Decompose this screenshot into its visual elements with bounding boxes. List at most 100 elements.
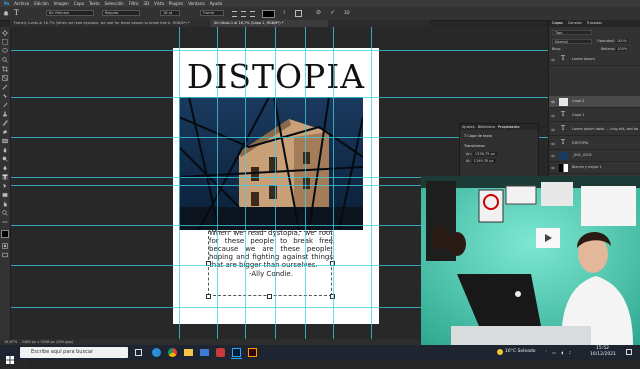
crop-tool-icon[interactable]: [2, 66, 8, 72]
pen-tool-icon[interactable]: [2, 165, 8, 171]
eyedropper-tool-icon[interactable]: [2, 84, 8, 90]
quick-mask-icon[interactable]: [2, 243, 8, 249]
quick-select-tool-icon[interactable]: [2, 57, 8, 63]
tab-capas[interactable]: Capas: [552, 20, 563, 27]
mail-icon[interactable]: [200, 349, 209, 356]
guide-vertical[interactable]: [275, 27, 276, 339]
tab-propiedades[interactable]: Propiedades: [498, 124, 519, 130]
menu-texto[interactable]: Texto: [89, 1, 100, 6]
menu-capa[interactable]: Capa: [74, 1, 84, 6]
font-size-field[interactable]: 18 pt: [160, 10, 180, 16]
visibility-eye-icon[interactable]: [551, 100, 555, 104]
opacity-field[interactable]: 100%: [615, 39, 628, 43]
home-icon[interactable]: [3, 10, 9, 16]
stamp-tool-icon[interactable]: [2, 111, 8, 117]
task-view-icon[interactable]: [135, 349, 142, 356]
hand-tool-icon[interactable]: [2, 201, 8, 207]
blend-mode-select[interactable]: Normal: [552, 39, 592, 44]
tab-biblioteca[interactable]: Biblioteca: [478, 124, 495, 130]
more-tools-icon[interactable]: [2, 219, 8, 225]
width-field[interactable]: 1336,75 px: [472, 152, 497, 156]
layer-row[interactable]: Blanco y negro 1: [549, 162, 640, 174]
layer-row[interactable]: T Lorem ipsum dolor ... cing elit, sed d…: [549, 124, 640, 136]
tab-frankly-lunds[interactable]: Frankly Lunds al 16,7% (When we read dys…: [10, 20, 208, 27]
align-center-icon[interactable]: [241, 11, 246, 17]
align-right-icon[interactable]: [250, 11, 255, 17]
weather-icon[interactable]: [497, 349, 503, 355]
guide-vertical[interactable]: [333, 27, 334, 339]
menu-ventana[interactable]: Ventana: [188, 1, 204, 6]
text-tool-icon-active[interactable]: [2, 174, 8, 180]
layer-row[interactable]: T Capa 1: [549, 110, 640, 122]
height-field[interactable]: 1199,35 px: [471, 159, 496, 163]
visibility-eye-icon[interactable]: [551, 154, 555, 158]
screen-mode-icon[interactable]: [2, 252, 8, 258]
blur-tool-icon[interactable]: [2, 147, 8, 153]
system-tray-icons[interactable]: ˄ ▭ ◖ ♪: [545, 350, 585, 355]
text-box-handle-bottom-left[interactable]: [206, 294, 211, 299]
align-left-icon[interactable]: [232, 11, 237, 17]
tab-trazados[interactable]: Trazados: [587, 20, 602, 27]
rectangle-tool-icon[interactable]: [2, 192, 8, 198]
tab-ajustes[interactable]: Ajustes: [462, 124, 475, 130]
guide-vertical[interactable]: [179, 27, 180, 339]
layer-row[interactable]: _DSC_0202: [549, 150, 640, 162]
text-color-swatch[interactable]: [262, 10, 275, 18]
guide-horizontal[interactable]: [11, 97, 548, 98]
healing-brush-tool-icon[interactable]: [2, 93, 8, 99]
font-style-select[interactable]: Regular: [102, 10, 140, 16]
fill-field[interactable]: 100%: [616, 47, 629, 51]
visibility-eye-icon[interactable]: [551, 114, 555, 118]
taskbar-search-input[interactable]: Escribe aquí para buscar: [20, 347, 128, 358]
text-tool-icon[interactable]: T: [14, 9, 19, 17]
visibility-eye-icon[interactable]: [551, 58, 555, 62]
character-panel-icon[interactable]: [295, 10, 302, 17]
zoom-level[interactable]: 16,67%: [4, 340, 17, 344]
visibility-eye-icon[interactable]: [551, 166, 555, 170]
guide-vertical[interactable]: [305, 27, 306, 339]
cancel-icon[interactable]: ⊘: [316, 9, 321, 16]
menu-3d[interactable]: 3D: [143, 1, 149, 6]
menu-vista[interactable]: Vista: [154, 1, 164, 6]
history-brush-tool-icon[interactable]: [2, 120, 8, 126]
guide-vertical[interactable]: [217, 27, 218, 339]
clock-time[interactable]: 15:52: [596, 346, 609, 351]
menu-filtro[interactable]: Filtro: [129, 1, 139, 6]
building-photo[interactable]: [179, 97, 363, 230]
dodge-tool-icon[interactable]: [2, 156, 8, 162]
guide-vertical[interactable]: [371, 27, 372, 339]
edge-icon[interactable]: [152, 348, 161, 357]
foreground-color-swatch[interactable]: [1, 230, 9, 238]
tab-sin-titulo[interactable]: Sin título-1 al 16,7% (Capa 1, RGB/8*) *: [210, 20, 328, 27]
visibility-eye-icon[interactable]: [551, 128, 555, 132]
app-icon[interactable]: [216, 348, 225, 357]
marquee-tool-icon[interactable]: [2, 39, 8, 45]
guide-horizontal[interactable]: [11, 50, 548, 51]
frame-tool-icon[interactable]: [2, 75, 8, 81]
clock-date[interactable]: 16/12/2021: [590, 352, 616, 357]
warp-text-icon[interactable]: ⌇: [283, 10, 285, 16]
menu-imagen[interactable]: Imagen: [54, 1, 69, 6]
3d-icon[interactable]: 3D: [344, 10, 350, 15]
layer-row-selected[interactable]: Capa 2: [549, 96, 640, 108]
visibility-eye-icon[interactable]: [551, 142, 555, 146]
path-select-tool-icon[interactable]: [2, 183, 8, 189]
guide-vertical[interactable]: [245, 27, 246, 339]
font-family-select[interactable]: Be Vietnam: [46, 10, 94, 16]
brush-tool-icon[interactable]: [2, 102, 8, 108]
notifications-icon[interactable]: [626, 349, 632, 355]
tab-canales[interactable]: Canales: [568, 20, 582, 27]
gradient-tool-icon[interactable]: [2, 138, 8, 144]
weather-text[interactable]: 16°C Soleado: [505, 349, 536, 354]
menu-edicion[interactable]: Edición: [34, 1, 48, 6]
menu-seleccion[interactable]: Selección: [105, 1, 124, 6]
photoshop-taskbar-icon[interactable]: [232, 348, 241, 357]
text-bounding-box[interactable]: [208, 231, 332, 296]
file-explorer-icon[interactable]: [184, 349, 193, 356]
text-box-handle-bottom[interactable]: [267, 294, 272, 299]
move-tool-icon[interactable]: [2, 30, 8, 36]
eraser-tool-icon[interactable]: [2, 129, 8, 135]
chrome-icon[interactable]: [168, 348, 177, 357]
menu-archivo[interactable]: Archivo: [14, 1, 29, 6]
layer-row[interactable]: T DISTOPIA: [549, 138, 640, 150]
